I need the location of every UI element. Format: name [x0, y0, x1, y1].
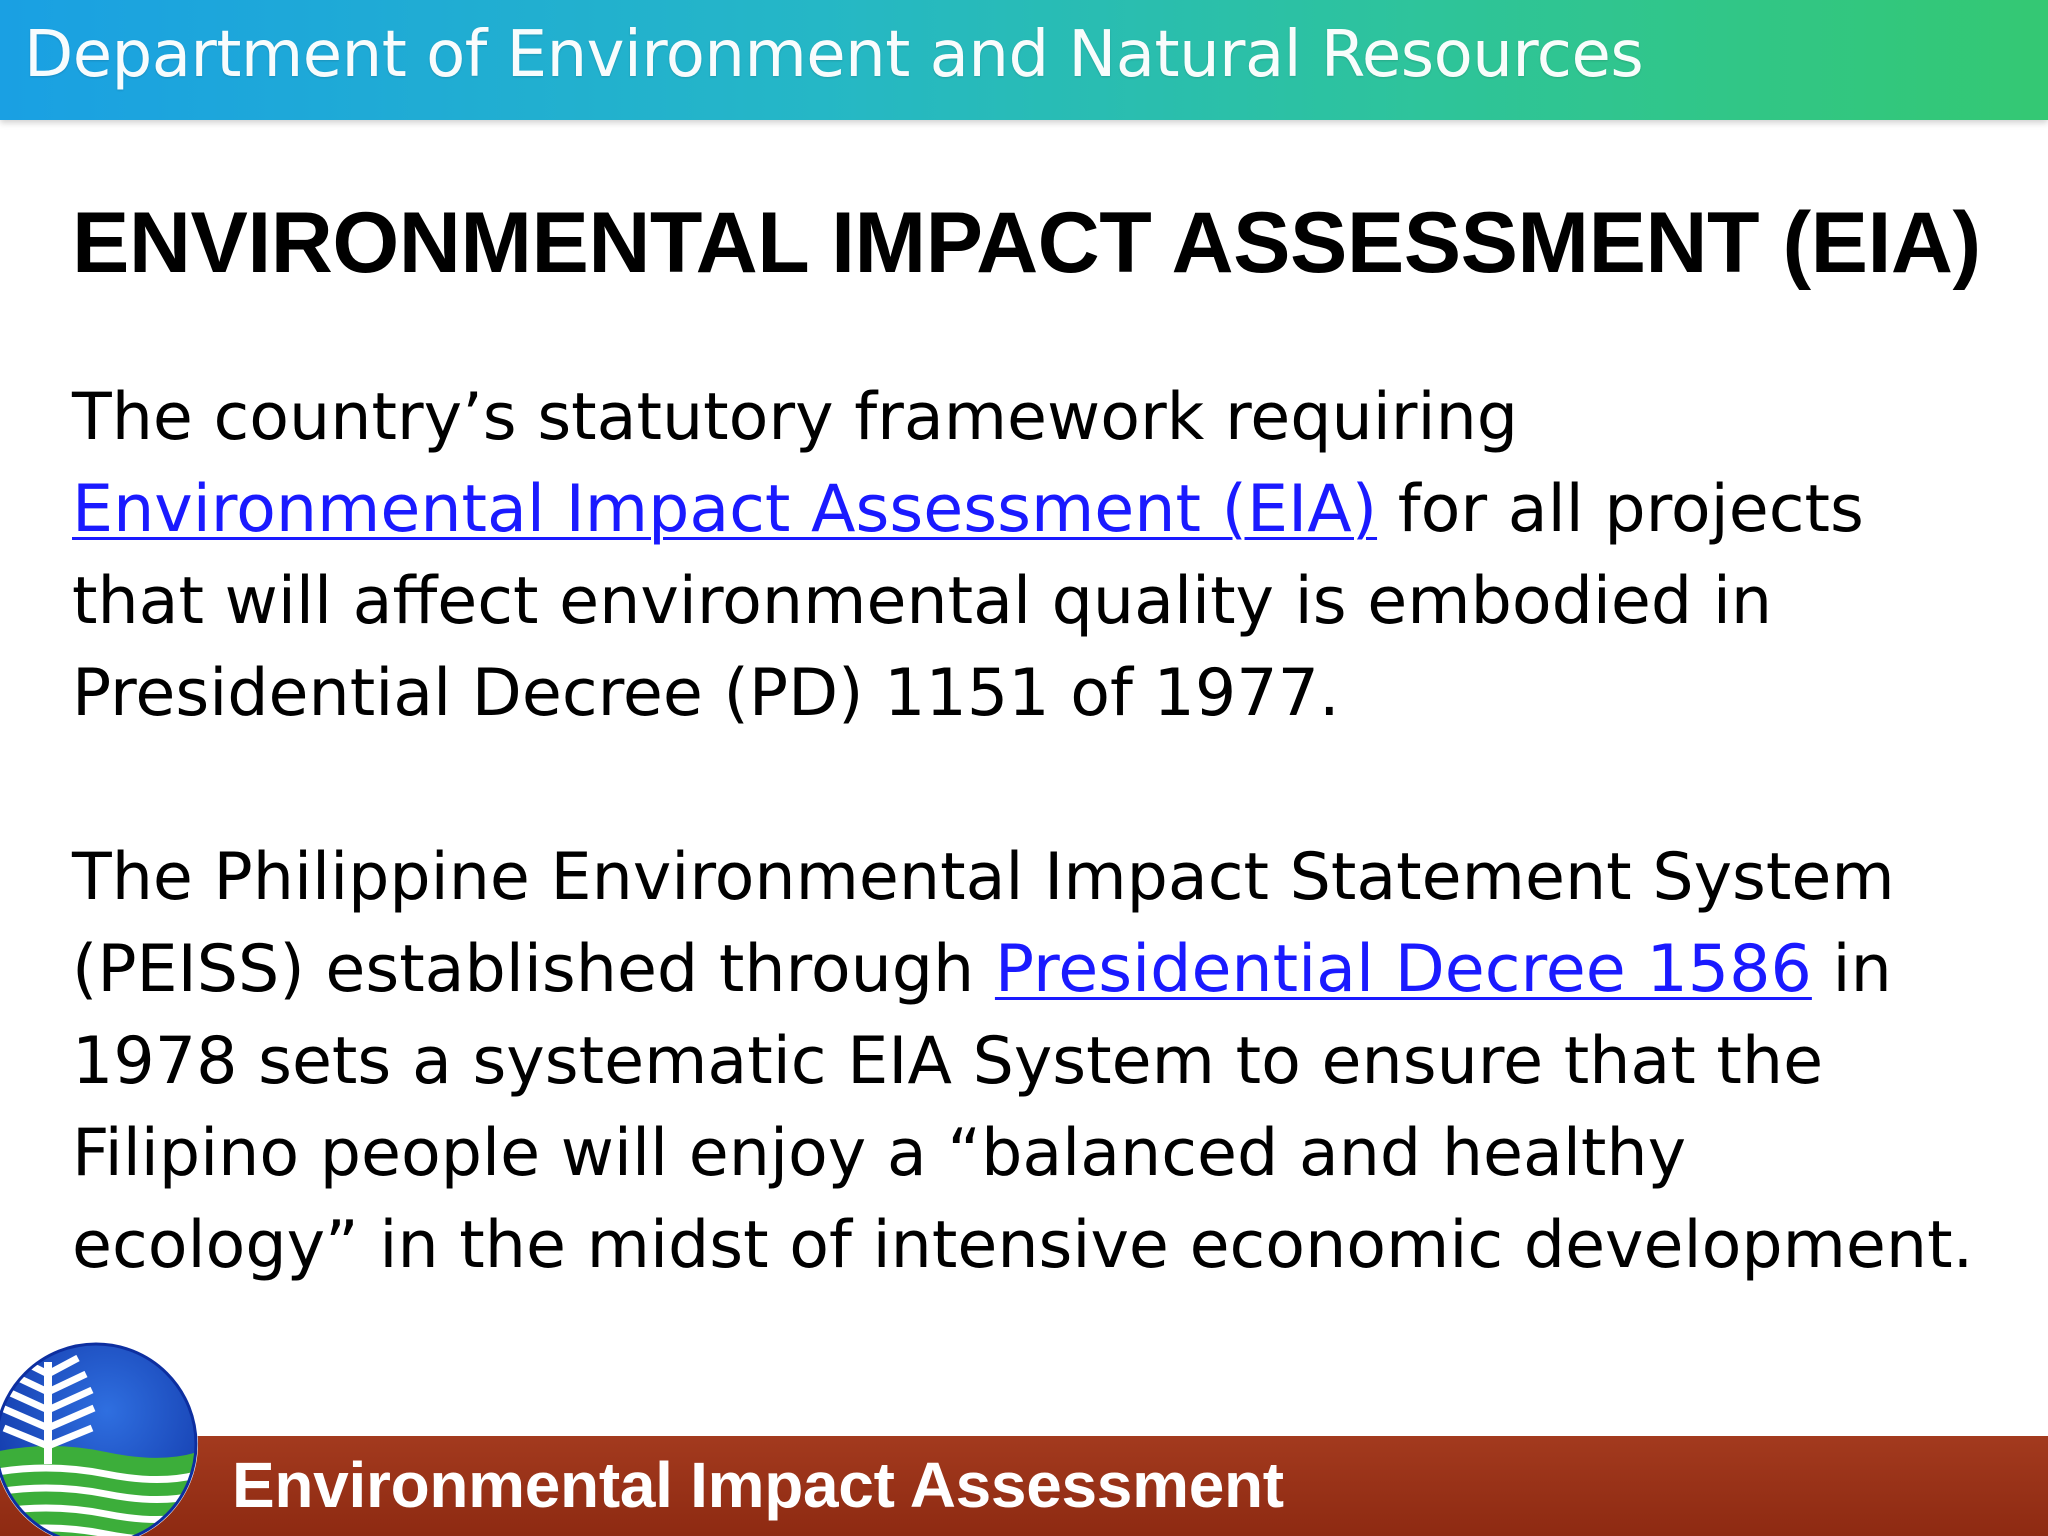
denr-logo-icon [0, 1342, 198, 1536]
pd-1586-link[interactable]: Presidential Decree 1586 [995, 932, 1812, 1007]
footer-banner: Environmental Impact Assessment [0, 1436, 2048, 1536]
eia-link[interactable]: Environmental Impact Assessment (EIA) [72, 472, 1377, 547]
slide-title: ENVIRONMENTAL IMPACT ASSESSMENT (EIA) [72, 195, 1981, 291]
footer-banner-text: Environmental Impact Assessment [232, 1449, 1284, 1521]
paragraph-2: The Philippine Environmental Impact Stat… [72, 832, 1992, 1292]
slide: Department of Environment and Natural Re… [0, 0, 2048, 1536]
header-banner: Department of Environment and Natural Re… [0, 0, 2048, 120]
paragraph-1-text-before: The country’s statutory framework requir… [72, 380, 1519, 455]
paragraph-1: The country’s statutory framework requir… [72, 372, 1992, 740]
header-banner-text: Department of Environment and Natural Re… [24, 18, 1644, 92]
